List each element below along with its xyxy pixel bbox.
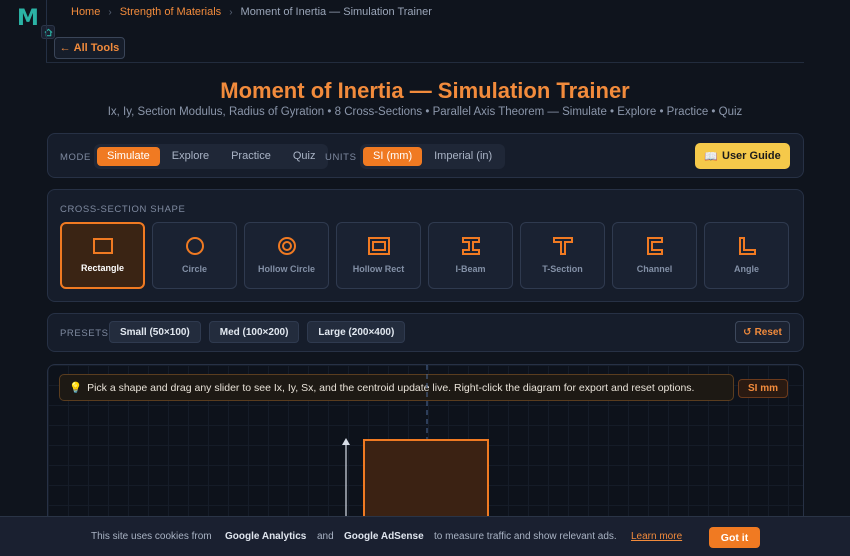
shape-hollow-rect[interactable]: Hollow Rect [336, 222, 421, 289]
divider [46, 0, 47, 62]
unit-imperial[interactable]: Imperial (in) [424, 147, 502, 166]
shape-label: CROSS-SECTION SHAPE [60, 204, 186, 215]
book-icon: 📖 [704, 150, 718, 163]
arrow-left-icon: ← [59, 42, 71, 54]
shape-name: Hollow Circle [257, 264, 315, 274]
reset-label: Reset [754, 326, 782, 338]
shape-channel[interactable]: Channel [612, 222, 697, 289]
presets-list: Small (50×100) Med (100×200) Large (200×… [109, 321, 406, 343]
shape-t-section[interactable]: T-Section [520, 222, 605, 289]
cookie-banner: This site uses cookies from Google Analy… [0, 516, 850, 556]
reset-icon: ↺ [743, 326, 752, 338]
got-it-button[interactable]: Got it [709, 527, 760, 548]
preset-large[interactable]: Large (200×400) [307, 321, 406, 343]
shape-circle[interactable]: Circle [152, 222, 237, 289]
learn-more-link[interactable]: Learn more [631, 531, 682, 542]
cookie-ga: Google Analytics [225, 531, 307, 542]
circle-icon [185, 237, 204, 255]
mode-simulate[interactable]: Simulate [97, 147, 160, 166]
t-section-icon [552, 237, 573, 255]
shape-rectangle[interactable]: Rectangle [60, 222, 145, 289]
chevron-right-icon: › [229, 6, 233, 18]
shape-angle[interactable]: Angle [704, 222, 789, 289]
mode-toggle: Simulate Explore Practice Quiz [94, 144, 329, 169]
preset-medium[interactable]: Med (100×200) [208, 321, 300, 343]
shape-name: Hollow Rect [352, 264, 405, 274]
hollow-rect-icon [367, 237, 390, 255]
page-subtitle: Ix, Iy, Section Modulus, Radius of Gyrat… [107, 106, 743, 118]
presets-panel: PRESETS Small (50×100) Med (100×200) Lar… [47, 313, 804, 352]
shape-grid: Rectangle Circle Hollow Circle Hollow Re… [60, 222, 789, 289]
top-bar: M Home › Strength of Materials › Moment … [0, 0, 850, 62]
units-label: UNITS [325, 152, 357, 163]
angle-icon [738, 237, 756, 255]
i-beam-icon [461, 237, 480, 255]
unit-si[interactable]: SI (mm) [363, 147, 423, 166]
reset-button[interactable]: ↺ Reset [735, 321, 790, 343]
logo[interactable]: M [17, 8, 41, 30]
hollow-circle-icon [277, 237, 296, 255]
preset-small[interactable]: Small (50×100) [109, 321, 201, 343]
all-tools-button[interactable]: ← All Tools [54, 37, 125, 59]
arrow-up-icon [342, 438, 350, 445]
channel-icon [646, 237, 663, 255]
units-toggle: SI (mm) Imperial (in) [360, 144, 506, 169]
home-icon[interactable] [41, 25, 55, 39]
shape-name: T-Section [542, 264, 583, 274]
shape-name: Rectangle [80, 263, 124, 273]
all-tools-label: All Tools [73, 42, 120, 54]
shape-name: Channel [636, 264, 673, 274]
page-title: Moment of Inertia — Simulation Trainer [220, 78, 630, 103]
breadcrumb-category[interactable]: Strength of Materials [120, 6, 222, 18]
cookie-text-1: This site uses cookies from [91, 531, 212, 542]
mode-quiz[interactable]: Quiz [283, 147, 326, 166]
mode-panel: MODE Simulate Explore Practice Quiz UNIT… [47, 133, 804, 178]
rectangle-icon [92, 238, 113, 254]
shape-name: Circle [181, 264, 207, 274]
shape-panel: CROSS-SECTION SHAPE Rectangle Circle Hol… [47, 189, 804, 302]
cookie-ads: Google AdSense [344, 531, 424, 542]
cookie-and: and [317, 531, 334, 542]
shape-hollow-circle[interactable]: Hollow Circle [244, 222, 329, 289]
mode-explore[interactable]: Explore [162, 147, 219, 166]
user-guide-label: User Guide [722, 150, 781, 162]
shape-name: Angle [733, 264, 759, 274]
cookie-text-2: to measure traffic and show relevant ads… [434, 531, 617, 542]
shape-i-beam[interactable]: I-Beam [428, 222, 513, 289]
user-guide-button[interactable]: 📖 User Guide [695, 143, 790, 169]
presets-label: PRESETS [60, 328, 109, 339]
mode-practice[interactable]: Practice [221, 147, 281, 166]
mode-label: MODE [60, 152, 91, 163]
breadcrumb-home[interactable]: Home [71, 6, 100, 18]
shape-name: I-Beam [455, 264, 486, 274]
divider [46, 62, 804, 63]
breadcrumb-current: Moment of Inertia — Simulation Trainer [240, 6, 432, 18]
chevron-right-icon: › [108, 6, 112, 18]
breadcrumb: Home › Strength of Materials › Moment of… [71, 6, 432, 18]
